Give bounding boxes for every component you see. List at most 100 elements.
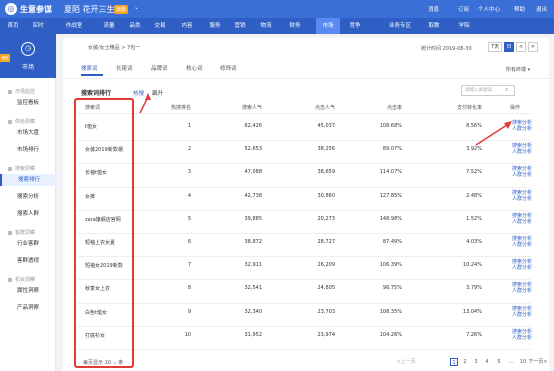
nav-item-13[interactable]: 业务专区	[382, 18, 418, 34]
table-cell: 3.79%	[466, 285, 482, 292]
crowd-analysis-link[interactable]: 人群分析	[512, 288, 532, 294]
table-cell: 13.04%	[462, 308, 482, 315]
column-header[interactable]: 操作	[510, 104, 520, 111]
sidebar-item[interactable]: 搜索人群	[0, 208, 56, 220]
nav-item-9[interactable]: 物流	[254, 18, 278, 34]
sidebar-group-label: 市场监控	[15, 89, 36, 95]
column-header[interactable]: 热搜排名	[151, 104, 191, 111]
pager-page-5[interactable]: ...	[507, 358, 515, 366]
sidebar-item[interactable]: 客群透视	[0, 255, 56, 267]
crowd-analysis-link[interactable]: 人群分析	[512, 265, 532, 271]
nav-item-14[interactable]: 取数	[422, 18, 446, 34]
table-cell: 62,426	[244, 123, 263, 129]
table-cell: 7.26%	[466, 331, 482, 338]
terminal-select[interactable]: 所有终端 ▾	[506, 66, 530, 73]
prev-date-button[interactable]: <	[516, 42, 526, 52]
crowd-analysis-link[interactable]: 人群分析	[512, 126, 532, 132]
column-header[interactable]: 搜索人气	[222, 104, 262, 111]
sidebar-item[interactable]: 产品洞察	[0, 302, 56, 314]
table-cell: 10	[184, 331, 191, 338]
search-icon[interactable]: ⌕	[505, 86, 508, 94]
help-link[interactable]: 帮助	[514, 5, 525, 13]
table-cell: 3	[187, 169, 191, 176]
tab-0[interactable]: 搜索词	[81, 64, 98, 72]
crowd-analysis-link[interactable]: 人群分析	[512, 149, 532, 155]
pager-prev-button[interactable]: <上一页	[395, 358, 417, 366]
nav-item-5[interactable]: 交易	[150, 18, 170, 34]
table-cell: 39,885	[244, 215, 263, 222]
table-cell: 3.92%	[466, 146, 482, 153]
crowd-analysis-link[interactable]: 人群分析	[512, 335, 532, 341]
pager-page-4[interactable]: 5	[495, 358, 503, 366]
nav-item-3[interactable]: 流量	[98, 18, 120, 34]
tab-4[interactable]: 修饰词	[220, 64, 237, 72]
period-day-button[interactable]: 日	[504, 42, 514, 52]
nav-item-4[interactable]: 品类	[124, 18, 146, 34]
crowd-analysis-link[interactable]: 人群分析	[512, 312, 532, 318]
sidebar-item[interactable]: 监控看板	[0, 97, 56, 109]
nav-item-10[interactable]: 财务	[284, 18, 306, 34]
tab-3[interactable]: 核心词	[186, 64, 203, 72]
divider	[77, 256, 531, 258]
market-icon: ◷	[21, 42, 35, 56]
crowd-analysis-link[interactable]: 人群分析	[512, 196, 532, 202]
pager-page-3[interactable]: 4	[483, 358, 491, 366]
message-link[interactable]: 消息	[428, 5, 439, 13]
nav-item-2[interactable]: 作战室	[56, 18, 92, 34]
table-cell: 148.98%	[379, 215, 402, 222]
table-cell: 47,088	[244, 169, 263, 176]
column-header[interactable]: 支付转化率	[442, 104, 482, 111]
sidebar-item[interactable]: 搜索排行	[0, 174, 56, 186]
tab-2[interactable]: 品牌词	[151, 64, 168, 72]
sidebar-group-0: 市场监控	[8, 88, 35, 95]
logo-icon: ◎	[5, 3, 17, 15]
pager-page-0[interactable]: 1	[450, 358, 458, 366]
sidebar-item[interactable]: 市场大盘	[0, 127, 56, 139]
sidebar-group-label: 客群洞察	[15, 230, 36, 236]
pager-next-button[interactable]: 下一页>	[527, 358, 549, 366]
table-cell: 32,911	[244, 262, 263, 269]
shop-name[interactable]: 夏陌 花开三生	[64, 4, 115, 15]
subtab-rising[interactable]: 飙升	[152, 89, 163, 97]
pager-page-1[interactable]: 2	[461, 358, 469, 366]
logout-link[interactable]: 退出	[536, 5, 547, 13]
sidebar-item[interactable]: 属性洞察	[0, 285, 56, 297]
table-cell: 9	[187, 308, 191, 315]
subtab-hot[interactable]: 热搜	[133, 89, 144, 97]
nav-item-12[interactable]: 竞争	[342, 18, 368, 34]
rank-title: 搜索词排行	[81, 90, 112, 97]
column-header[interactable]: 点击人气	[295, 104, 335, 111]
crowd-analysis-link[interactable]: 人群分析	[512, 172, 532, 178]
table-cell: 1	[187, 123, 191, 129]
nav-item-0[interactable]: 首页	[3, 18, 23, 34]
tab-1[interactable]: 长尾词	[116, 64, 133, 72]
nav-item-7[interactable]: 服务	[204, 18, 226, 34]
divider	[77, 186, 531, 188]
nav-item-11[interactable]: 市场	[316, 18, 340, 34]
sidebar-item[interactable]: 行业客群	[0, 238, 56, 250]
table-cell: 114.07%	[379, 169, 402, 176]
table-cell: 108.68%	[379, 123, 402, 129]
category-breadcrumb[interactable]: 女装/女士精品 > 7也一	[88, 44, 140, 51]
sidebar-item[interactable]: 搜索分析	[0, 191, 56, 203]
table-cell: 24,805	[317, 285, 336, 292]
chevron-down-icon[interactable]: ⌄	[134, 4, 139, 11]
sidebar-item[interactable]: 市场排行	[0, 144, 56, 156]
group-icon	[8, 89, 12, 94]
nav-item-1[interactable]: 实时	[28, 18, 48, 34]
nav-item-15[interactable]: 学院	[452, 18, 476, 34]
column-header[interactable]: 点击率	[362, 104, 402, 111]
pager-page-6[interactable]: 10	[519, 358, 527, 366]
crowd-analysis-link[interactable]: 人群分析	[512, 242, 532, 248]
period-7day-button[interactable]: 7天	[488, 42, 502, 52]
table-cell: 7	[187, 262, 191, 269]
nav-item-6[interactable]: 内容	[174, 18, 200, 34]
next-date-button[interactable]: >	[528, 42, 538, 52]
subscribe-link[interactable]: 订阅	[458, 5, 469, 13]
table-cell: 108.35%	[379, 308, 402, 315]
pager-page-2[interactable]: 3	[472, 358, 480, 366]
crowd-analysis-link[interactable]: 人群分析	[512, 219, 532, 225]
group-icon	[8, 230, 12, 235]
nav-item-8[interactable]: 营销	[230, 18, 250, 34]
personal-center-link[interactable]: 个人中心	[478, 5, 500, 13]
